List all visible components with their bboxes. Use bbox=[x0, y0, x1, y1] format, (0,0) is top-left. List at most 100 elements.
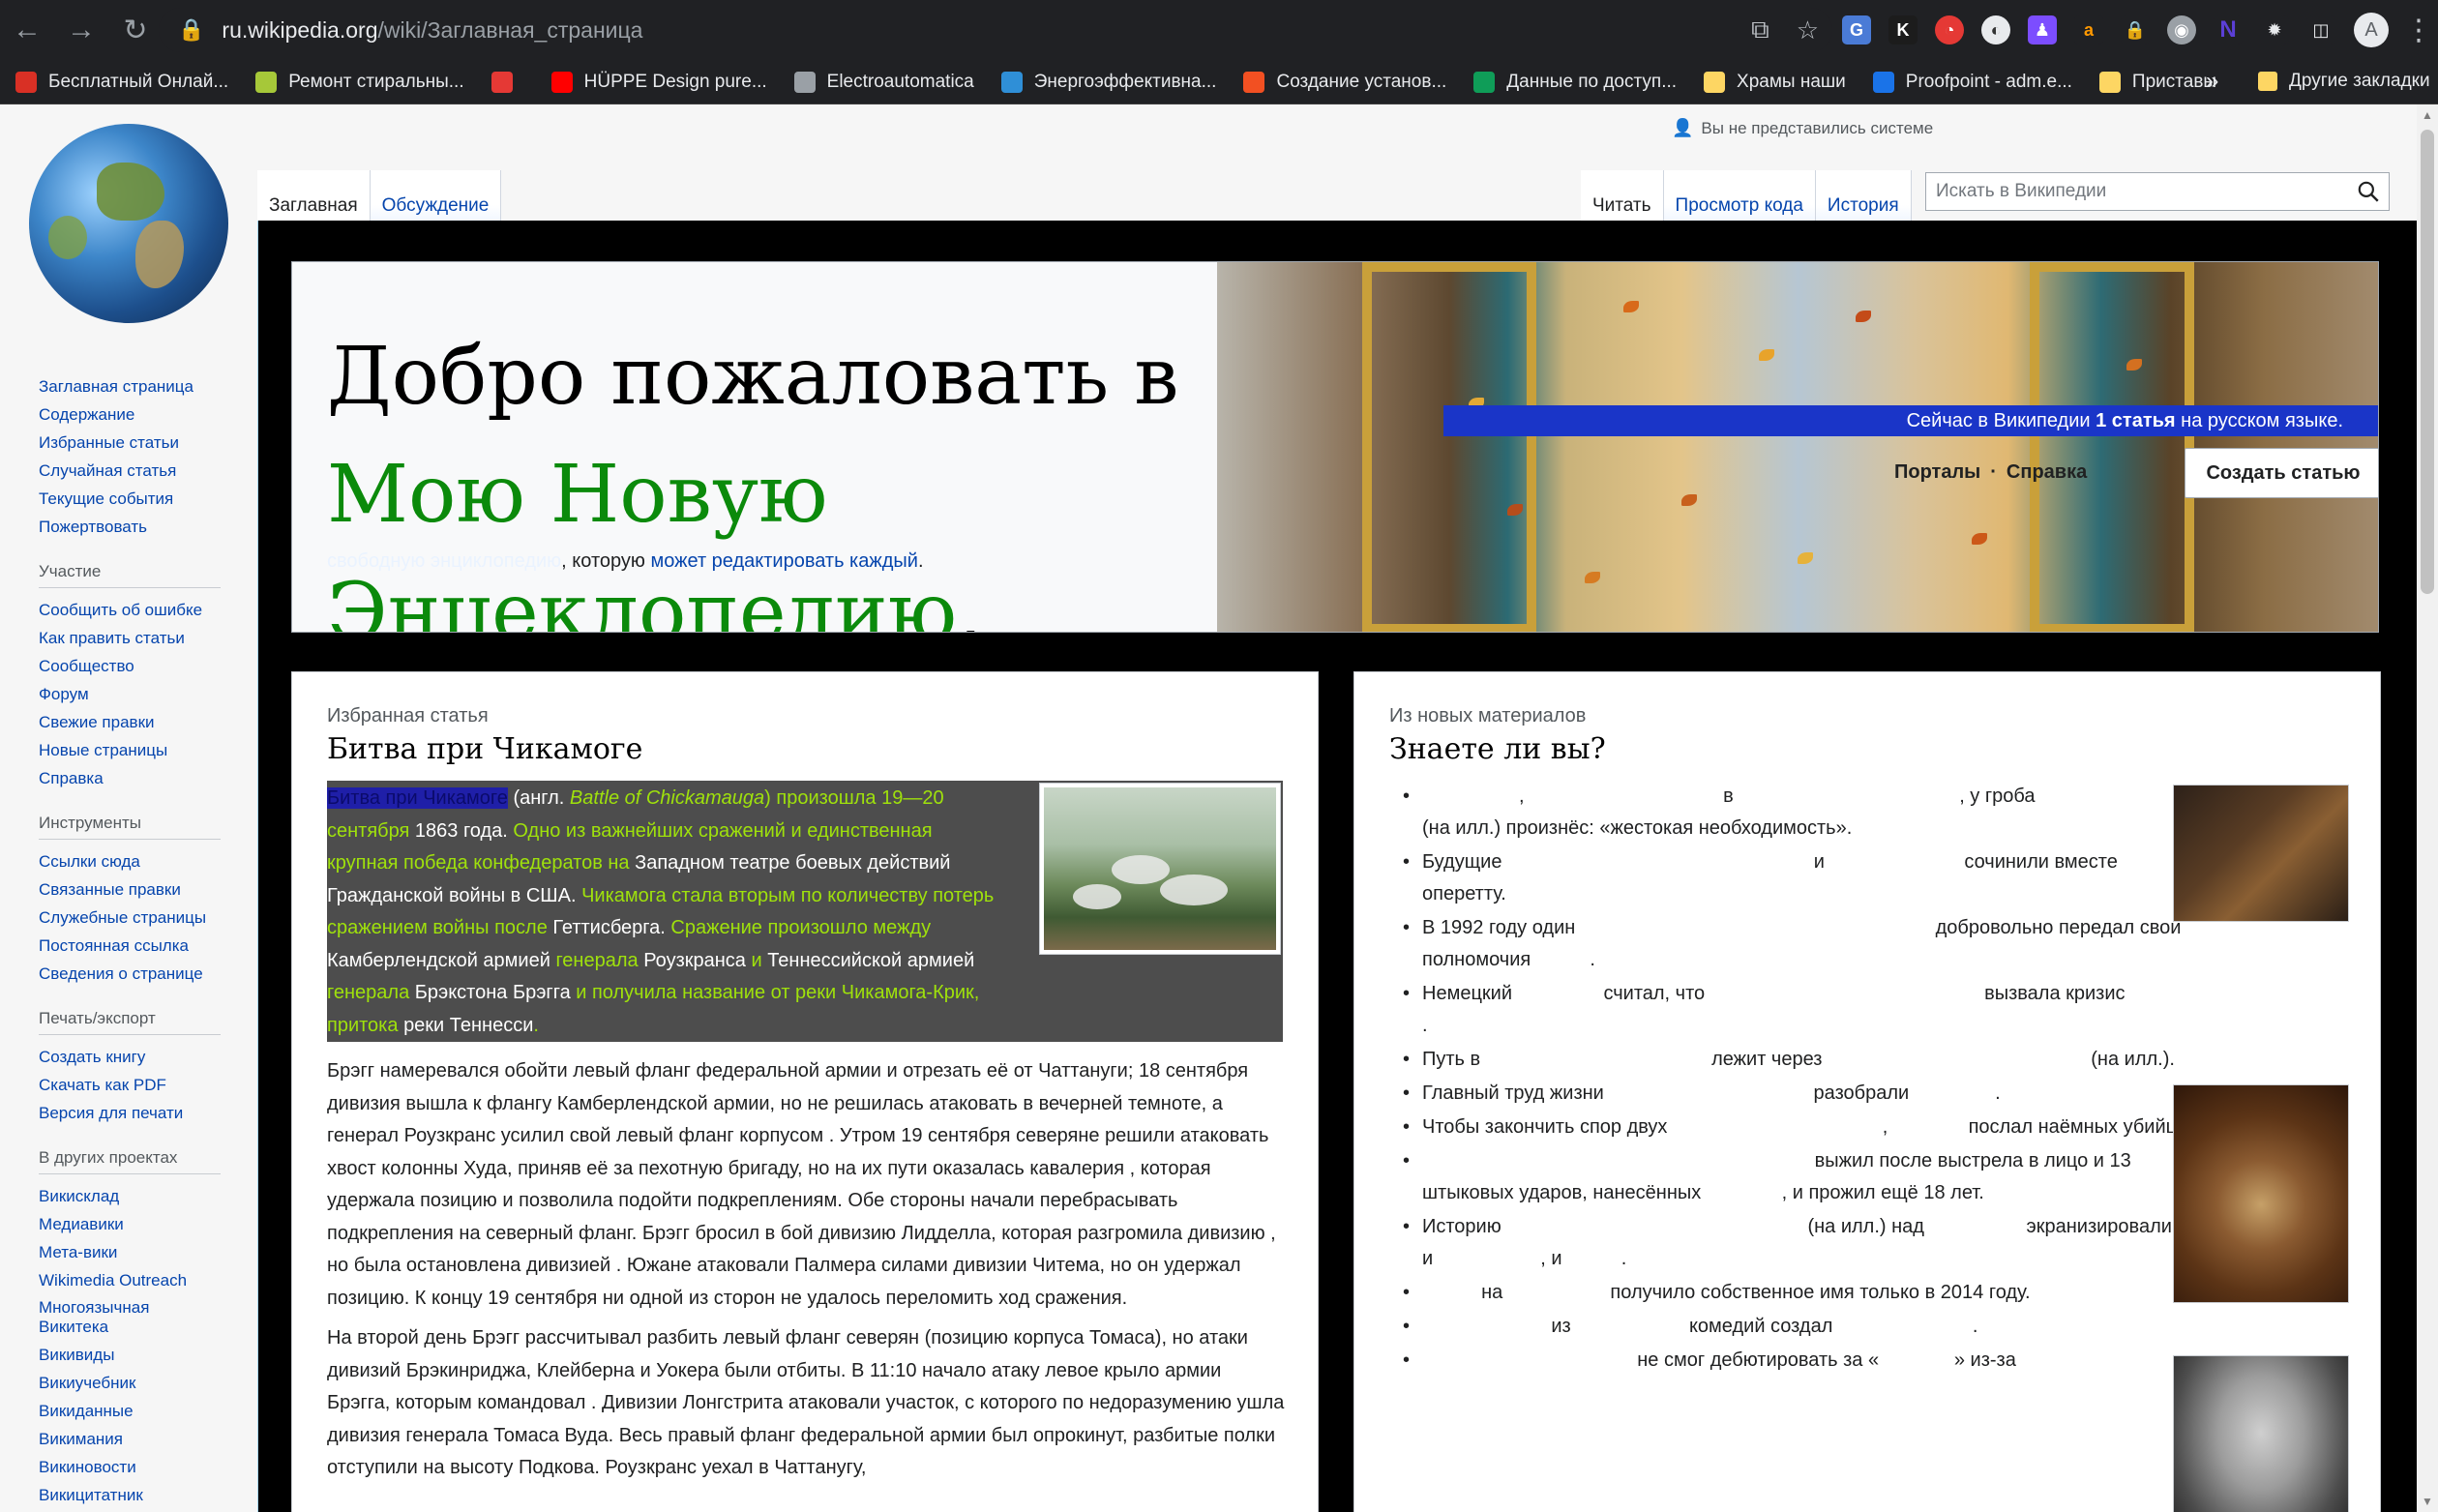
sidebar-link[interactable]: Содержание bbox=[39, 400, 232, 429]
tab-history[interactable]: История bbox=[1815, 170, 1912, 228]
sidebar-link[interactable]: Сообщество bbox=[39, 652, 232, 680]
sidebar-link[interactable]: Новые страницы bbox=[39, 736, 232, 764]
scroll-thumb[interactable] bbox=[2421, 130, 2434, 594]
tab-discussion[interactable]: Обсуждение bbox=[370, 170, 502, 228]
profile-avatar[interactable]: A bbox=[2354, 13, 2389, 47]
tab-main-page[interactable]: Заглавная bbox=[257, 170, 371, 228]
tab-view-source[interactable]: Просмотр кода bbox=[1663, 170, 1816, 228]
scroll-up-icon[interactable]: ▲ bbox=[2421, 108, 2434, 122]
main-content: Добро пожаловать в Мою Новую Энцеклопеди… bbox=[257, 221, 2417, 1512]
bookmark-item[interactable]: Энергоэффективна... bbox=[1000, 71, 1216, 93]
sidebar-link[interactable]: Постоянная ссылка bbox=[39, 932, 232, 960]
translate-extension-icon[interactable]: G bbox=[1842, 15, 1871, 44]
scroll-down-icon[interactable]: ▼ bbox=[2421, 1495, 2434, 1508]
sidebar-link[interactable]: Викисклад bbox=[39, 1182, 232, 1210]
portals-link[interactable]: Порталы bbox=[1894, 461, 1980, 484]
sidebar-link[interactable]: Викицитатник bbox=[39, 1481, 232, 1509]
red-circle-extension-icon[interactable]: ◔ bbox=[1935, 15, 1964, 44]
featured-article-title[interactable]: Битва при Чикамоге bbox=[327, 732, 642, 766]
lead-link-segment[interactable]: . bbox=[533, 1015, 539, 1036]
anyone-can-edit-link[interactable]: может редактировать каждый bbox=[650, 550, 917, 572]
bookmark-item[interactable]: Бесплатный Онлай... bbox=[15, 71, 229, 93]
sidebar-link[interactable]: Случайная статья bbox=[39, 457, 232, 485]
bookmarks-overflow-button[interactable]: » bbox=[2206, 68, 2218, 95]
reload-icon[interactable]: ↻ bbox=[108, 0, 163, 60]
sidebar-link[interactable]: Wikimedia Outreach bbox=[39, 1266, 232, 1294]
menu-dots-icon[interactable]: ⋮ bbox=[2404, 14, 2433, 47]
side-panel-icon[interactable]: ◫ bbox=[2306, 15, 2335, 44]
bookmark-item[interactable]: Данные по доступ... bbox=[1473, 71, 1677, 93]
bookmark-label: Бесплатный Онлай... bbox=[48, 71, 229, 92]
sidebar-link[interactable]: Связанные правки bbox=[39, 875, 232, 904]
sidebar-link[interactable]: Викимания bbox=[39, 1425, 232, 1453]
sidebar-link[interactable]: Служебные страницы bbox=[39, 904, 232, 932]
other-bookmarks-folder[interactable]: Другие закладки bbox=[2258, 71, 2430, 92]
sidebar-link[interactable]: Мета-вики bbox=[39, 1238, 232, 1266]
battle-illustration[interactable] bbox=[1039, 783, 1281, 955]
amazon-extension-icon[interactable]: a bbox=[2074, 15, 2103, 44]
sidebar-link[interactable]: Текущие события bbox=[39, 485, 232, 513]
lead-link-segment[interactable]: Сражение произошло между bbox=[670, 917, 931, 938]
sidebar-link[interactable]: Версия для печати bbox=[39, 1099, 232, 1127]
browser-toolbar: ← → ↻ 🔒 ru.wikipedia.org /wiki/Заглавная… bbox=[0, 0, 2438, 60]
dyk-portrait-painting[interactable] bbox=[2173, 785, 2349, 922]
bookmark-item[interactable] bbox=[491, 71, 524, 93]
address-bar[interactable]: 🔒 ru.wikipedia.org /wiki/Заглавная_стран… bbox=[159, 8, 1832, 52]
sidebar-link[interactable]: Избранные статьи bbox=[39, 429, 232, 457]
bookmark-item[interactable]: Храмы наши bbox=[1704, 71, 1846, 93]
search-input[interactable] bbox=[1936, 181, 2342, 202]
sidebar-link[interactable]: Викиновости bbox=[39, 1453, 232, 1481]
lead-link-segment[interactable]: генерала bbox=[555, 950, 643, 971]
k-extension-icon[interactable]: K bbox=[1888, 15, 1918, 44]
tab-read[interactable]: Читать bbox=[1581, 170, 1664, 228]
sidebar-link[interactable]: Ссылки сюда bbox=[39, 847, 232, 875]
forward-arrow-icon[interactable]: → bbox=[54, 0, 108, 60]
sidebar-link[interactable]: Викиданные bbox=[39, 1397, 232, 1425]
lead-link-segment[interactable]: Battle of Chickamauga bbox=[570, 787, 764, 809]
sidebar-link[interactable]: Как править статьи bbox=[39, 624, 232, 652]
sidebar-link[interactable]: Создать книгу bbox=[39, 1043, 232, 1071]
n-extension-icon[interactable]: N bbox=[2214, 15, 2243, 44]
bookmark-item[interactable]: HÜPPE Design pure... bbox=[550, 71, 767, 93]
did-you-know-list: , в , у гроба (на илл.) произнёс: «жесто… bbox=[1389, 781, 2183, 1379]
sidebar-link[interactable]: Свежие правки bbox=[39, 708, 232, 736]
lead-link-segment[interactable]: и bbox=[751, 950, 767, 971]
bookmark-item[interactable]: Electroautomatica bbox=[793, 71, 974, 93]
sidebar-link[interactable]: Викивиды bbox=[39, 1341, 232, 1369]
bookmark-item[interactable]: Proofpoint - adm.e... bbox=[1872, 71, 2072, 93]
dyk-labyrinth-image[interactable] bbox=[2173, 1084, 2349, 1303]
sidebar-link[interactable]: Пожертвовать bbox=[39, 513, 232, 541]
back-arrow-icon[interactable]: ← bbox=[0, 0, 54, 60]
sidebar-link[interactable]: Сведения о странице bbox=[39, 960, 232, 988]
create-article-button[interactable]: Создать статью bbox=[2185, 448, 2378, 498]
page-scrollbar[interactable]: ▲ ▼ bbox=[2417, 104, 2438, 1512]
share-icon[interactable]: ⧉ bbox=[1751, 15, 1769, 45]
bookmark-star-icon[interactable]: ☆ bbox=[1797, 15, 1819, 45]
dyk-historical-portrait[interactable] bbox=[2173, 1355, 2349, 1512]
sidebar-link[interactable]: Заглавная страница bbox=[39, 372, 232, 400]
lead-link-segment[interactable]: генерала bbox=[327, 982, 415, 1003]
sidebar-link[interactable]: Сообщить об ошибке bbox=[39, 596, 232, 624]
dyk-item: Историю (на илл.) над экранизировали и ,… bbox=[1389, 1211, 2183, 1275]
wikipedia-globe-logo[interactable] bbox=[29, 124, 228, 323]
search-icon[interactable] bbox=[2356, 179, 2381, 204]
lead-link-segment[interactable]: Битва при Чикамоге bbox=[327, 787, 508, 809]
sidebar-link[interactable]: Справка bbox=[39, 764, 232, 792]
window-frame-right bbox=[2030, 262, 2194, 632]
sidebar-link[interactable]: Медиавики bbox=[39, 1210, 232, 1238]
people-extension-icon[interactable]: ♟ bbox=[2028, 15, 2057, 44]
half-circle-extension-icon[interactable]: ◐ bbox=[1981, 15, 2010, 44]
folder-icon bbox=[1704, 71, 1726, 93]
globe-extension-icon[interactable]: ◉ bbox=[2167, 15, 2196, 44]
free-encyclopedia-link[interactable]: свободную энциклопедию bbox=[327, 550, 561, 572]
sidebar-link[interactable]: Форум bbox=[39, 680, 232, 708]
help-link[interactable]: Справка bbox=[2007, 461, 2087, 484]
sidebar-link[interactable]: Скачать как PDF bbox=[39, 1071, 232, 1099]
bookmark-item[interactable]: Приставы bbox=[2098, 71, 2216, 93]
sidebar-link[interactable]: Викиучебник bbox=[39, 1369, 232, 1397]
sidebar-link[interactable]: Многоязычная Викитека bbox=[39, 1298, 164, 1337]
bookmark-item[interactable]: Ремонт стиральны... bbox=[255, 71, 464, 93]
bookmark-item[interactable]: Создание установ... bbox=[1243, 71, 1446, 93]
puzzle-extensions-icon[interactable]: ✹ bbox=[2260, 15, 2289, 44]
lock-extension-icon[interactable]: 🔒 bbox=[2121, 15, 2150, 44]
